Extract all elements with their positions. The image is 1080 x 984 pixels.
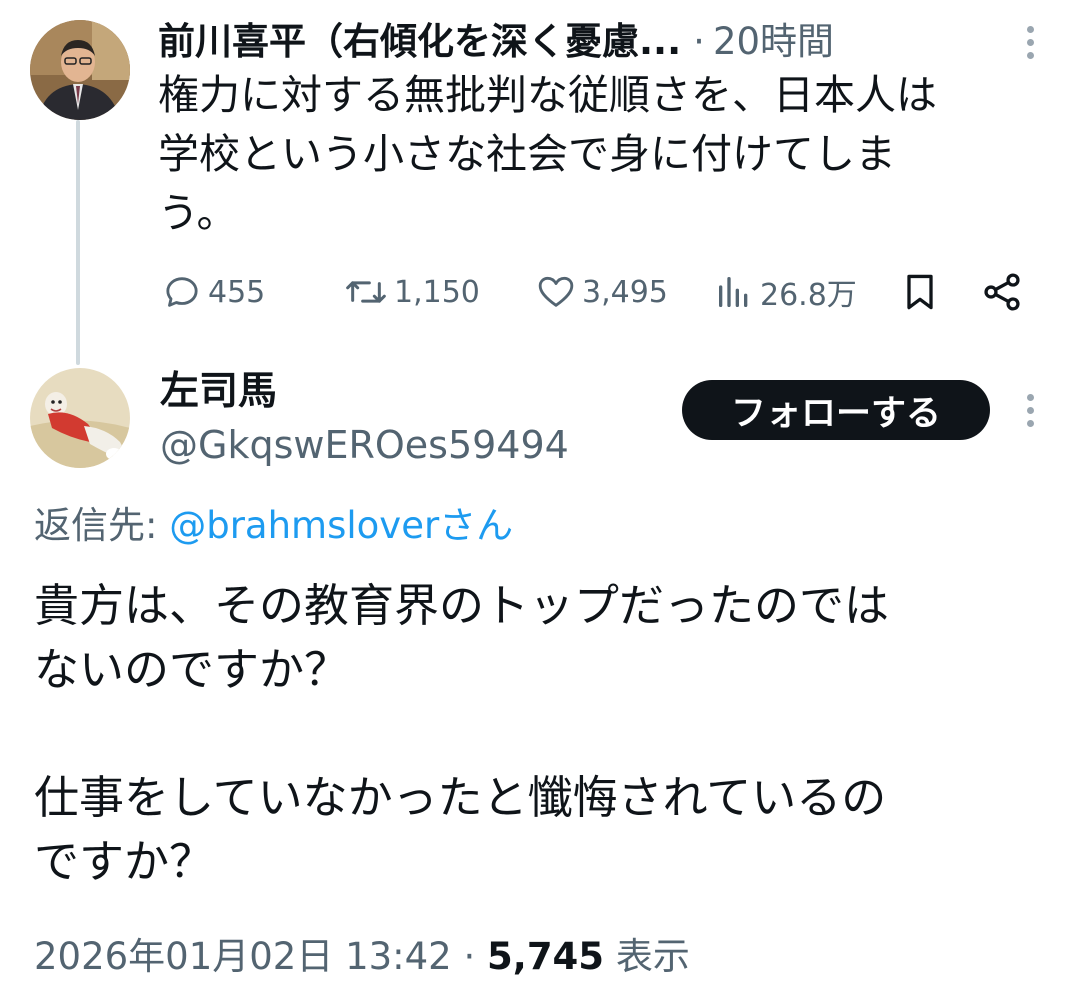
views-button[interactable]: 26.8万 [714, 262, 857, 322]
reply-author-name[interactable]: 左司馬 [160, 362, 277, 422]
bookmark-icon [907, 274, 933, 310]
reply-icon [166, 277, 198, 307]
parent-header: 前川喜平（右傾化を深く憂慮... · 20時間 [158, 14, 978, 70]
retweet-icon [346, 281, 386, 303]
parent-avatar[interactable] [30, 20, 130, 120]
share-button[interactable] [980, 262, 1024, 322]
reply-text-line: ないのですか？ [34, 643, 350, 696]
parent-time[interactable]: 20時間 [713, 14, 834, 70]
bookmark-button[interactable] [898, 262, 942, 322]
header-separator: · [693, 20, 705, 63]
reply-to-line: 返信先: @brahmsloverさん [34, 496, 513, 556]
parent-text-line: 権力に対する無批判な従順さを、日本人は [158, 71, 937, 119]
reply-button[interactable]: 455 [162, 262, 265, 322]
parent-text-line: 学校という小さな社会で身に付けてしま [158, 130, 896, 178]
reply-avatar[interactable] [30, 368, 130, 468]
reply-to-prefix: 返信先: [34, 504, 170, 547]
tweet-views-count: 5,745 [487, 935, 605, 978]
parent-more-icon[interactable] [1015, 26, 1045, 59]
parent-text-line: う。 [158, 189, 238, 237]
parent-action-bar: 455 1,150 3,495 26.8万 [158, 262, 1038, 322]
thread-line [76, 120, 80, 365]
views-count: 26.8万 [760, 278, 857, 313]
parent-tweet-text: 権力に対する無批判な従順さを、日本人は 学校という小さな社会で身に付けてしま う… [158, 66, 1028, 243]
reply-text-line: 貴方は、その教育界のトップだったのでは [34, 579, 890, 632]
parent-author-name[interactable]: 前川喜平（右傾化を深く憂慮... [158, 14, 681, 70]
reply-text-line: ですか？ [34, 835, 215, 888]
meta-separator: · [451, 935, 488, 978]
tweet-timestamp[interactable]: 2026年01月02日 13:42 [34, 935, 452, 978]
heart-icon [538, 276, 574, 307]
reply-count: 455 [208, 274, 266, 310]
reply-more-icon[interactable] [1015, 394, 1045, 427]
like-count: 3,495 [582, 274, 668, 310]
reply-to-mention-link[interactable]: @brahmsloverさん [169, 504, 513, 547]
reply-author-handle[interactable]: @GkqswEROes59494 [160, 416, 569, 474]
tweet-meta: 2026年01月02日 13:42 · 5,745 表示 [34, 930, 690, 984]
reply-tweet-text: 貴方は、その教育界のトップだったのでは ないのですか？ 仕事をしていなかったと懺… [34, 574, 1044, 894]
like-button[interactable]: 3,495 [536, 262, 668, 322]
tweet-views-label: 表示 [604, 935, 690, 978]
retweet-count: 1,150 [394, 274, 480, 310]
reply-text-line: 仕事をしていなかったと懺悔されているの [34, 771, 887, 824]
views-icon [719, 277, 748, 307]
share-icon [984, 273, 1020, 311]
retweet-button[interactable]: 1,150 [344, 262, 480, 322]
follow-button[interactable]: フォローする [682, 380, 990, 440]
